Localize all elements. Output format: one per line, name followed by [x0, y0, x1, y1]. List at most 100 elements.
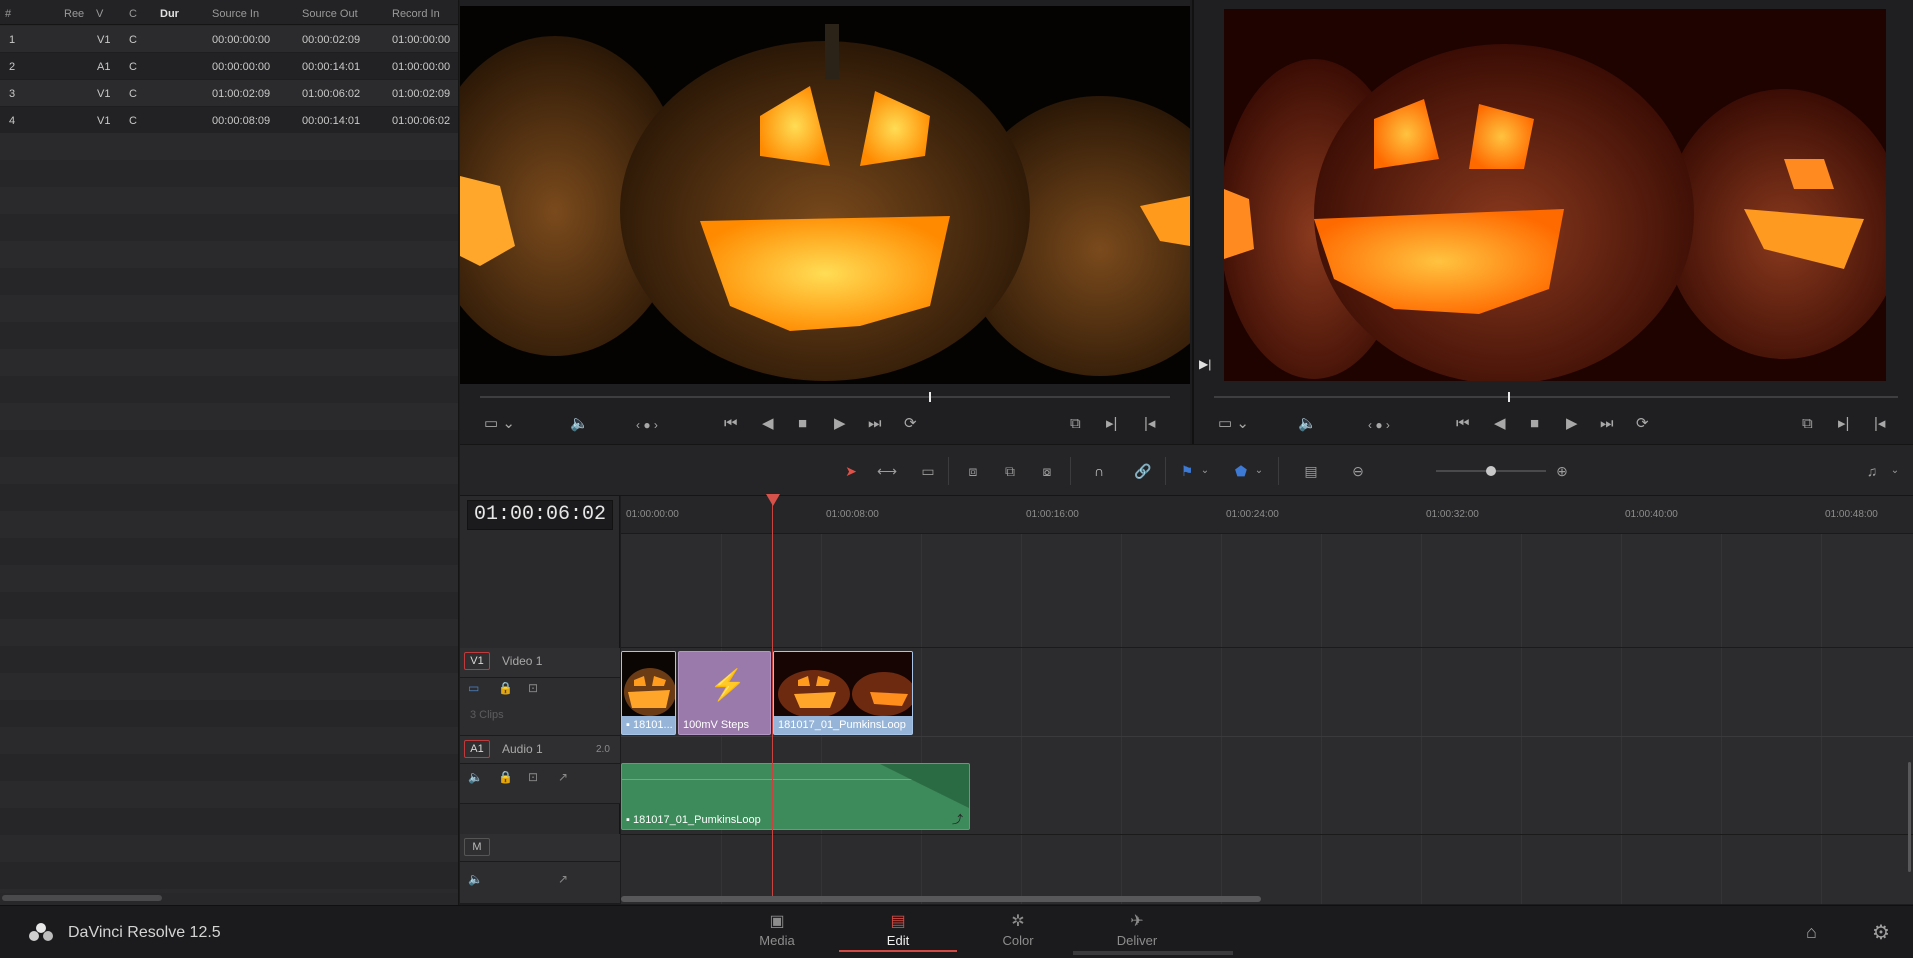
audio-curve-icon[interactable]: ⤴ [952, 811, 963, 827]
col-header-duration[interactable]: Dur [160, 8, 179, 20]
master-speaker-icon[interactable]: 🔈 [468, 872, 498, 886]
page-tab-color[interactable]: ✲ Color [959, 906, 1077, 952]
video1-track-badge[interactable]: V1 [464, 652, 490, 670]
source-scrubber[interactable] [480, 392, 1170, 402]
video-clip[interactable]: ▪ 18101... [621, 651, 676, 735]
source-jog-control-icon[interactable]: ‹ ● › [636, 415, 658, 435]
timeline-track-area[interactable]: 01:00:00:00 01:00:08:00 01:00:16:00 01:0… [621, 496, 1913, 904]
linked-selection-icon[interactable]: 🔗 [1130, 461, 1156, 481]
playhead-handle[interactable] [766, 494, 780, 506]
page-tab-label: Media [759, 933, 795, 948]
source-play-icon[interactable]: ▶ [834, 414, 846, 434]
page-tab-edit[interactable]: ▤ Edit [839, 906, 957, 952]
audio-clip[interactable]: ⤴ ▪ 181017_01_PumkinsLoop [621, 763, 970, 830]
video1-track-header[interactable]: V1 Video 1 [460, 648, 620, 678]
enable-track-icon[interactable]: ⊡ [528, 681, 558, 695]
source-view-options-icon[interactable]: ▭ ⌄ [484, 414, 515, 434]
ruler-label: 01:00:24:00 [1226, 509, 1279, 520]
overwrite-clip-icon[interactable]: ⧉ [997, 461, 1023, 481]
timeline-timecode[interactable]: 01:00:06:02 [467, 500, 613, 530]
source-first-frame-icon[interactable]: ⏮ [724, 414, 738, 434]
timeline-ruler[interactable]: 01:00:00:00 01:00:08:00 01:00:16:00 01:0… [621, 496, 1913, 534]
enable-track-icon[interactable]: ⊡ [528, 770, 558, 784]
source-last-frame-icon[interactable]: ⏭ [868, 414, 882, 434]
source-mark-out-icon[interactable]: |◂ [1144, 414, 1155, 434]
insert-clip-icon[interactable]: ⧈ [960, 461, 986, 481]
audio-dropdown-icon[interactable]: ⌄ [1882, 461, 1908, 481]
source-viewer-image[interactable] [460, 6, 1190, 384]
timeline-vertical-scrollbar[interactable] [1908, 762, 1911, 872]
timeline-scrubber[interactable] [1214, 392, 1898, 402]
audio1-track-name[interactable]: Audio 1 [502, 742, 543, 756]
curve-icon[interactable]: ↗ [558, 770, 588, 784]
page-tab-label: Edit [886, 933, 910, 948]
timeline-stop-icon[interactable]: ■ [1530, 414, 1539, 434]
timeline-loop-icon[interactable]: ⟳ [1636, 414, 1649, 434]
timeline-play-reverse-icon[interactable]: ◀ [1494, 414, 1506, 434]
clip-name: 100mV Steps [683, 719, 750, 731]
col-header-reel[interactable]: Ree [64, 8, 84, 20]
source-mark-in-icon[interactable]: ▸| [1106, 414, 1117, 434]
page-tab-deliver[interactable]: ✈ Deliver [1078, 906, 1196, 952]
timeline-view-options-icon[interactable]: ▭ ⌄ [1218, 414, 1249, 434]
trim-mode-icon[interactable]: ⟷ [874, 461, 900, 481]
snapping-icon[interactable]: ∩ [1086, 461, 1112, 481]
curve-icon[interactable]: ↗ [558, 872, 588, 886]
playhead[interactable] [772, 496, 773, 896]
timeline-mark-out-icon[interactable]: |◂ [1874, 414, 1885, 434]
col-header-video[interactable]: V [96, 8, 103, 20]
edit-index-row[interactable]: 2 A1 C 00:00:00:00 00:00:14:01 01:00:00:… [0, 53, 458, 80]
timeline-last-frame-icon[interactable]: ⏭ [1600, 414, 1614, 434]
timeline-first-frame-icon[interactable]: ⏮ [1456, 414, 1470, 434]
edit-index-row[interactable]: 3 V1 C 01:00:02:09 01:00:06:02 01:00:02:… [0, 80, 458, 107]
generator-clip[interactable]: ⚡ 100mV Steps [678, 651, 771, 735]
timeline-jog-control-icon[interactable]: ‹ ● › [1368, 415, 1390, 435]
timeline-volume-icon[interactable]: 🔈 [1298, 414, 1317, 434]
timeline-match-frame-icon[interactable]: ⧉ [1802, 414, 1813, 434]
source-stop-icon[interactable]: ■ [798, 414, 807, 434]
col-header-record-in[interactable]: Record In [392, 8, 440, 20]
marker-dropdown-icon[interactable]: ⌄ [1246, 461, 1272, 481]
timeline-scrubber-handle[interactable] [1508, 392, 1511, 402]
audio1-track-badge[interactable]: A1 [464, 740, 490, 758]
source-volume-icon[interactable]: 🔈 [570, 414, 589, 434]
source-scrubber-handle[interactable] [928, 392, 931, 402]
replace-clip-icon[interactable]: ⧇ [1034, 461, 1060, 481]
timeline-mark-in-icon[interactable]: ▸| [1838, 414, 1849, 434]
auto-track-select-icon[interactable]: ▭ [468, 681, 498, 695]
lock-track-icon[interactable]: 🔒 [498, 770, 528, 784]
page-tab-media[interactable]: ▣ Media [718, 906, 836, 952]
master-track-badge[interactable]: M [464, 838, 490, 856]
source-loop-icon[interactable]: ⟳ [904, 414, 917, 434]
col-header-clip[interactable]: C [129, 8, 137, 20]
timeline-play-icon[interactable]: ▶ [1566, 414, 1578, 434]
video1-track-name[interactable]: Video 1 [502, 654, 542, 668]
home-icon[interactable]: ⌂ [1806, 922, 1817, 943]
zoom-slider-knob[interactable] [1486, 466, 1496, 476]
zoom-in-icon[interactable]: ⊕ [1549, 461, 1575, 481]
zoom-out-icon[interactable]: ⊖ [1345, 461, 1371, 481]
selection-mode-icon[interactable]: ➤ [838, 461, 864, 481]
zoom-slider[interactable] [1436, 466, 1546, 476]
edit-index-row[interactable]: 4 V1 C 00:00:08:09 00:00:14:01 01:00:06:… [0, 107, 458, 134]
col-header-source-in[interactable]: Source In [212, 8, 259, 20]
source-play-reverse-icon[interactable]: ◀ [762, 414, 774, 434]
edit-index-empty-area [0, 133, 458, 893]
col-header-number[interactable]: # [5, 8, 11, 20]
lock-track-icon[interactable]: 🔒 [498, 681, 528, 695]
source-match-frame-icon[interactable]: ⧉ [1070, 414, 1081, 434]
timeline-viewer-image[interactable] [1224, 9, 1886, 381]
video-clip[interactable]: 181017_01_PumkinsLoop [773, 651, 913, 735]
master-track-header[interactable]: M [460, 834, 620, 862]
edit-index-scrollbar[interactable] [2, 895, 162, 901]
timeline-horizontal-scrollbar[interactable] [621, 896, 1261, 902]
flag-dropdown-icon[interactable]: ⌄ [1192, 461, 1218, 481]
edit-index-row[interactable]: 1 V1 C 00:00:00:00 00:00:02:09 01:00:00:… [0, 26, 458, 53]
audio1-track-header[interactable]: A1 Audio 1 2.0 [460, 736, 620, 764]
col-header-source-out[interactable]: Source Out [302, 8, 358, 20]
timeline-view-options-icon[interactable]: ▤ [1298, 461, 1324, 481]
settings-gear-icon[interactable]: ⚙ [1872, 920, 1890, 945]
audio-speaker-icon[interactable]: 🔈 [468, 770, 498, 784]
pumpkin-frame-image [460, 6, 1190, 384]
blade-edit-mode-icon[interactable]: ▭ [915, 461, 941, 481]
